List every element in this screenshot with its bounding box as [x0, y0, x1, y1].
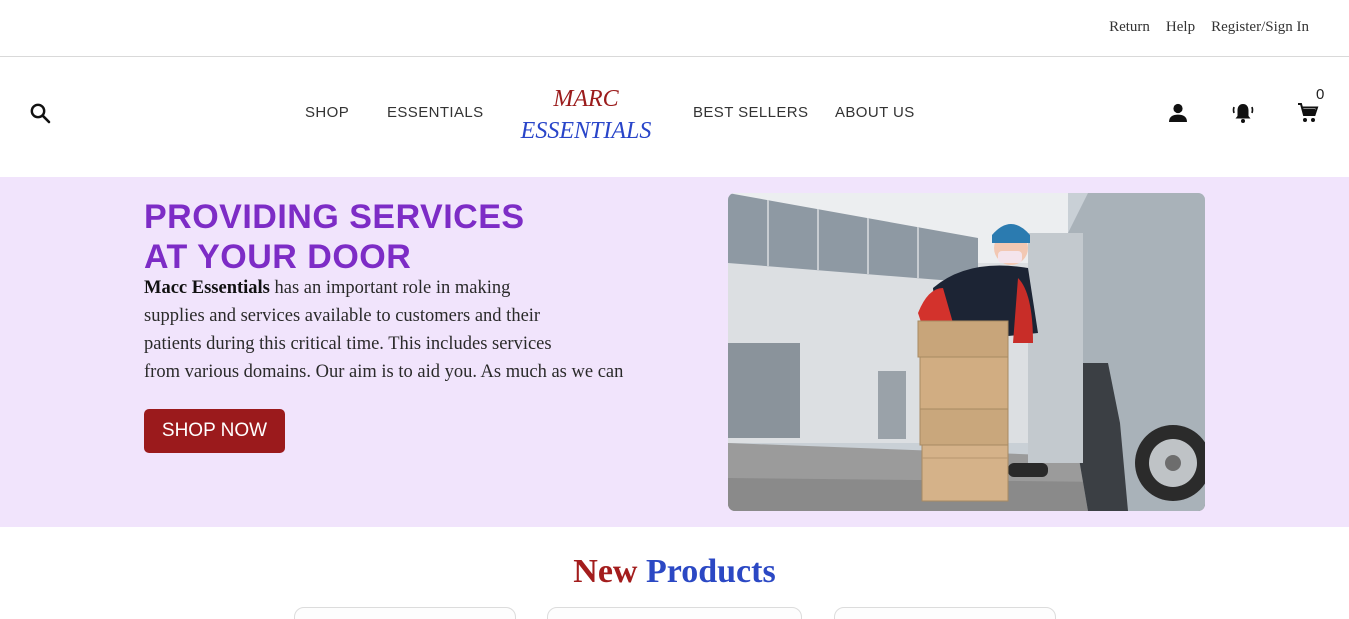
new-products-word-2: Products — [645, 553, 776, 590]
nav-about-us[interactable]: ABOUT US — [835, 104, 915, 121]
user-icon[interactable] — [1166, 101, 1190, 125]
new-products-word-1: New — [573, 553, 638, 590]
notification-bell-icon[interactable] — [1231, 101, 1255, 125]
hero-description: Macc Essentials has an important role in… — [144, 274, 704, 386]
hero-desc-line-4: from various domains. Our aim is to aid … — [144, 362, 624, 382]
nav-shop[interactable]: SHOP — [305, 104, 349, 121]
nav-essentials[interactable]: ESSENTIALS — [387, 104, 484, 121]
hero-banner: PROVIDING SERVICES AT YOUR DOOR Macc Ess… — [0, 177, 1349, 527]
top-links: Return Help Register/Sign In — [1109, 19, 1309, 36]
nav-best-sellers[interactable]: BEST SELLERS — [693, 104, 808, 121]
cart-icon[interactable] — [1296, 101, 1320, 125]
search-icon[interactable] — [28, 101, 52, 125]
hero-desc-line-3: patients during this critical time. This… — [144, 334, 552, 354]
product-card[interactable] — [294, 607, 516, 619]
help-link[interactable]: Help — [1166, 19, 1195, 36]
delivery-photo — [728, 193, 1205, 511]
hero-desc-line-2: supplies and services available to custo… — [144, 306, 541, 326]
logo-line-1: MARC — [553, 86, 619, 112]
register-signin-link[interactable]: Register/Sign In — [1211, 19, 1309, 36]
product-card[interactable] — [834, 607, 1056, 619]
cart-count-badge: 0 — [1316, 86, 1325, 103]
logo-line-2: ESSENTIALS — [520, 118, 652, 144]
hero-desc-line-1: has an important role in making — [269, 278, 511, 298]
hero-title-line-1: PROVIDING SERVICES — [144, 198, 525, 236]
new-products-heading: New Products — [0, 553, 1349, 591]
top-utility-bar: Return Help Register/Sign In — [0, 0, 1349, 57]
hero-title-line-2: AT YOUR DOOR — [144, 238, 412, 276]
product-card[interactable] — [547, 607, 802, 619]
return-link[interactable]: Return — [1109, 19, 1150, 36]
main-header: SHOP ESSENTIALS MARC ESSENTIALS BEST SEL… — [0, 57, 1349, 177]
hero-brand-name: Macc Essentials — [144, 278, 270, 298]
shop-now-button[interactable]: SHOP NOW — [144, 409, 285, 453]
hero-title: PROVIDING SERVICES AT YOUR DOOR — [144, 197, 525, 277]
site-logo[interactable]: MARC ESSENTIALS — [506, 83, 666, 147]
